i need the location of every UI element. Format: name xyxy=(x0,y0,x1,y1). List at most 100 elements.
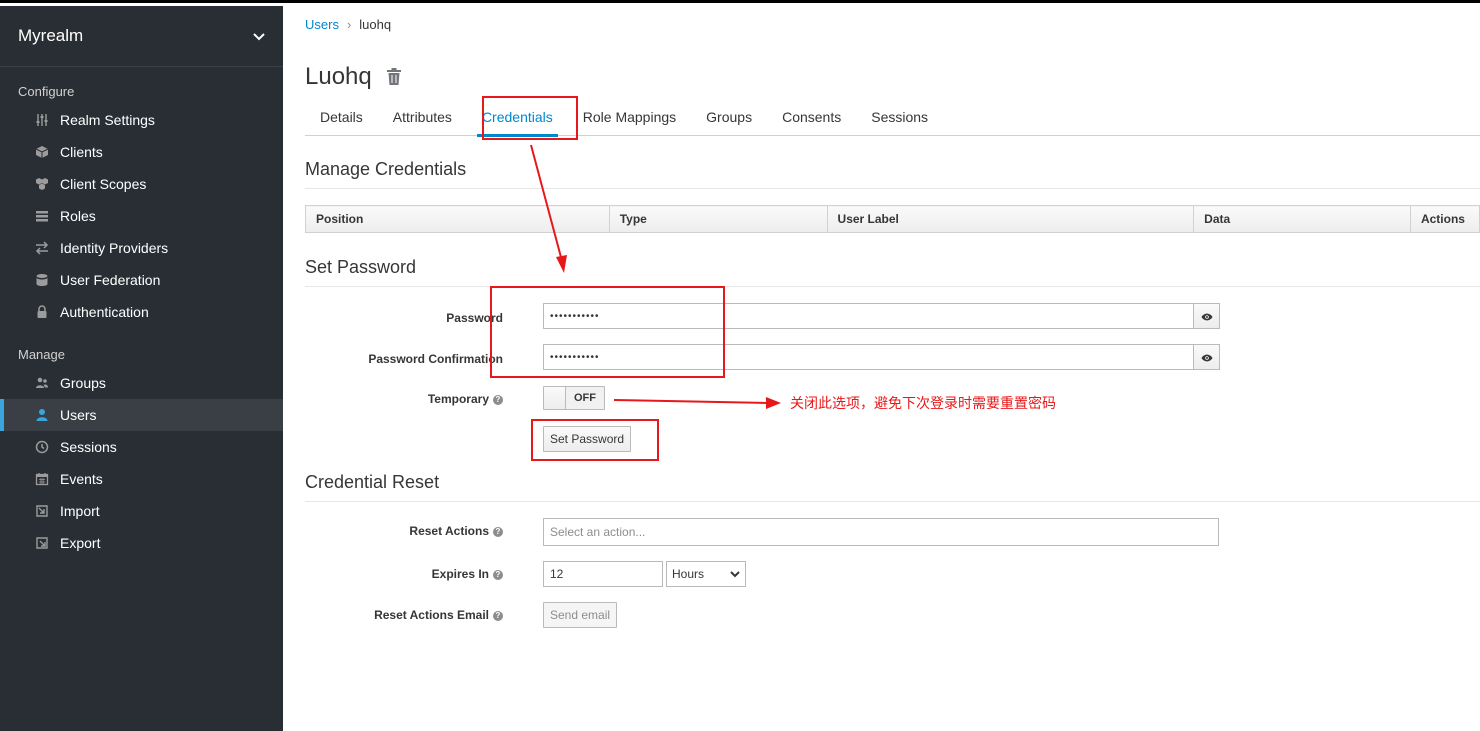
tab-groups[interactable]: Groups xyxy=(691,98,767,136)
tab-details[interactable]: Details xyxy=(305,98,378,136)
manage-heading: Manage xyxy=(18,347,65,362)
breadcrumb-current: luohq xyxy=(359,17,392,32)
temporary-label-wrap: Temporary? xyxy=(305,392,503,406)
expires-in-input[interactable]: 12 xyxy=(543,561,663,587)
sidebar-item-users[interactable]: Users xyxy=(0,399,283,431)
reset-email-label-wrap: Reset Actions Email? xyxy=(305,608,503,622)
tab-attributes[interactable]: Attributes xyxy=(378,98,467,136)
table-header-row: Position Type User Label Data Actions xyxy=(305,205,1480,233)
column-header-user-label: User Label xyxy=(826,205,1195,233)
sidebar-item-events[interactable]: Events xyxy=(0,463,283,495)
chevron-down-icon xyxy=(730,567,740,581)
list-icon xyxy=(34,208,50,224)
reset-actions-select[interactable]: Select an action... xyxy=(543,518,1219,546)
column-header-actions: Actions xyxy=(1409,205,1480,233)
sliders-icon xyxy=(34,112,50,128)
credentials-table: Position Type User Label Data Actions xyxy=(305,205,1480,233)
reset-actions-label: Reset Actions xyxy=(409,524,489,538)
eye-icon xyxy=(1201,350,1213,365)
tab-consents[interactable]: Consents xyxy=(767,98,856,136)
sidebar-item-client-scopes[interactable]: Client Scopes xyxy=(0,168,283,200)
sidebar-item-label: Identity Providers xyxy=(60,240,169,256)
sidebar-item-sessions[interactable]: Sessions xyxy=(0,431,283,463)
sidebar-item-label: Export xyxy=(60,535,101,551)
user-icon xyxy=(34,407,50,423)
reset-actions-label-wrap: Reset Actions? xyxy=(305,524,503,538)
column-header-position: Position xyxy=(305,205,610,233)
sidebar-item-label: Authentication xyxy=(60,304,149,320)
manage-credentials-heading: Manage Credentials xyxy=(305,159,1480,189)
database-icon xyxy=(34,272,50,288)
cubes-icon xyxy=(34,176,50,192)
sidebar-item-label: Roles xyxy=(60,208,96,224)
annotation-box-password-fields xyxy=(490,286,725,378)
credential-reset-heading: Credential Reset xyxy=(305,472,1480,502)
page-title: Luohq xyxy=(305,63,402,91)
expires-unit-select[interactable]: Hours xyxy=(666,561,746,587)
expires-unit-value: Hours xyxy=(672,567,705,581)
set-password-heading: Set Password xyxy=(305,257,1480,287)
annotation-box-set-password xyxy=(531,419,659,461)
sidebar-item-label: Realm Settings xyxy=(60,112,155,128)
help-icon[interactable]: ? xyxy=(493,610,503,621)
reset-actions-row: Reset Actions? xyxy=(305,518,503,544)
trash-icon[interactable] xyxy=(386,68,402,86)
sidebar-item-roles[interactable]: Roles xyxy=(0,200,283,232)
realm-name: Myrealm xyxy=(18,26,84,45)
sidebar-item-label: Sessions xyxy=(60,439,117,455)
chevron-down-icon xyxy=(253,29,265,44)
column-header-type: Type xyxy=(608,205,828,233)
password-label: Password xyxy=(446,311,503,325)
import-icon xyxy=(34,503,50,519)
reset-email-row: Reset Actions Email? xyxy=(305,602,503,628)
expires-in-label-wrap: Expires In? xyxy=(305,567,503,581)
main-content: Users › luohq Luohq Details Attributes Cre… xyxy=(283,6,1480,728)
configure-heading: Configure xyxy=(18,84,75,99)
help-icon[interactable]: ? xyxy=(493,394,503,405)
tab-sessions[interactable]: Sessions xyxy=(856,98,943,136)
send-email-button[interactable]: Send email xyxy=(543,602,618,628)
breadcrumb-users-link[interactable]: Users xyxy=(305,17,339,32)
sidebar-item-label: Client Scopes xyxy=(60,176,147,192)
eye-icon xyxy=(1201,309,1213,324)
sidebar-item-realm-settings[interactable]: Realm Settings xyxy=(0,104,283,136)
password-confirmation-label: Password Confirmation xyxy=(368,352,503,366)
sidebar-item-groups[interactable]: Groups xyxy=(0,367,283,399)
expires-in-row: Expires In? xyxy=(305,561,503,587)
sidebar-item-import[interactable]: Import xyxy=(0,495,283,527)
page-title-text: Luohq xyxy=(305,63,372,90)
sidebar: Myrealm Configure Realm Settings Clients… xyxy=(0,6,283,731)
show-password-button[interactable] xyxy=(1194,303,1220,329)
annotation-box-credentials-tab xyxy=(482,96,578,140)
tab-role-mappings[interactable]: Role Mappings xyxy=(568,98,691,136)
sidebar-item-label: Clients xyxy=(60,144,103,160)
sidebar-item-authentication[interactable]: Authentication xyxy=(0,296,283,328)
password-confirmation-row: Password Confirmation xyxy=(305,346,503,372)
help-icon[interactable]: ? xyxy=(493,569,503,580)
clock-icon xyxy=(34,439,50,455)
password-row: Password xyxy=(305,305,503,331)
sidebar-item-identity-providers[interactable]: Identity Providers xyxy=(0,232,283,264)
temporary-toggle[interactable]: OFF xyxy=(543,386,605,410)
toggle-handle xyxy=(544,387,566,409)
sidebar-item-label: Groups xyxy=(60,375,106,391)
sidebar-item-export[interactable]: Export xyxy=(0,527,283,559)
show-password-confirmation-button[interactable] xyxy=(1194,344,1220,370)
temporary-row: Temporary? xyxy=(305,387,503,411)
lock-icon xyxy=(34,304,50,320)
expires-in-value: 12 xyxy=(550,567,564,581)
sidebar-item-user-federation[interactable]: User Federation xyxy=(0,264,283,296)
sidebar-item-clients[interactable]: Clients xyxy=(0,136,283,168)
calendar-icon xyxy=(34,471,50,487)
exchange-icon xyxy=(34,240,50,256)
help-icon[interactable]: ? xyxy=(493,526,503,537)
realm-selector[interactable]: Myrealm xyxy=(0,6,283,67)
column-header-data: Data xyxy=(1193,205,1411,233)
export-icon xyxy=(34,535,50,551)
sidebar-item-label: Events xyxy=(60,471,103,487)
toggle-state: OFF xyxy=(566,387,604,409)
reset-actions-placeholder: Select an action... xyxy=(550,525,646,539)
annotation-note: 关闭此选项，避免下次登录时需要重置密码 xyxy=(790,396,1056,412)
users-icon xyxy=(34,375,50,391)
sidebar-item-label: Import xyxy=(60,503,100,519)
